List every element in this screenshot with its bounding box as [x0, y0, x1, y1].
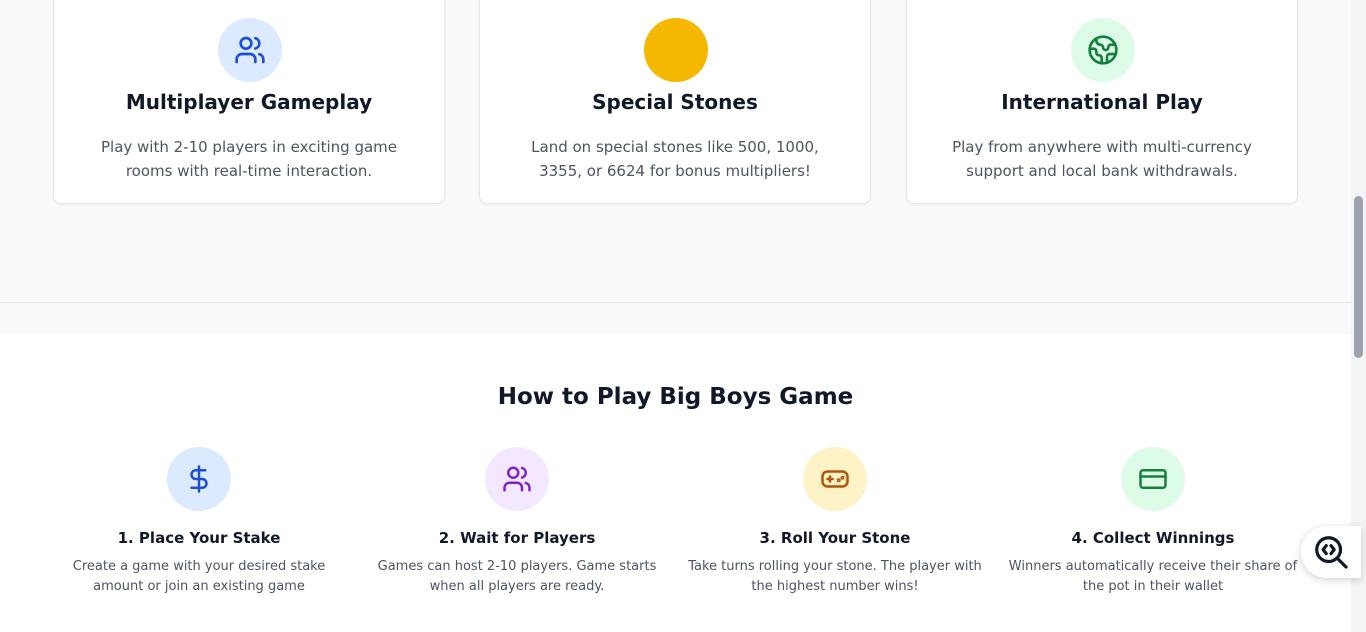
- step-description: Take turns rolling your stone. The playe…: [688, 559, 982, 594]
- how-to-play-title: How to Play Big Boys Game: [497, 384, 854, 410]
- magnifier-code-icon: [1315, 536, 1348, 569]
- feature-description: Play from anywhere with multi-currency s…: [952, 138, 1252, 180]
- feature-card-international: International Play Play from anywhere wi…: [906, 0, 1298, 204]
- scrollbar-thumb[interactable]: [1354, 196, 1363, 358]
- step-title: 3. Roll Your Stone: [759, 529, 911, 547]
- gamepad-icon: [803, 447, 867, 511]
- yellow-circle-icon: [644, 18, 708, 82]
- feature-title: Multiplayer Gameplay: [125, 90, 373, 114]
- users-icon: [218, 18, 282, 82]
- step-wait-players: 2. Wait for Players Games can host 2-10 …: [357, 447, 677, 597]
- section-gap: [0, 303, 1351, 335]
- credit-card-icon: [1121, 447, 1185, 511]
- step-description: Winners automatically receive their shar…: [1008, 559, 1298, 594]
- globe-icon: [1071, 18, 1135, 82]
- dollar-icon: [167, 447, 231, 511]
- step-roll-stone: 3. Roll Your Stone Take turns rolling yo…: [675, 447, 995, 597]
- step-title: 1. Place Your Stake: [117, 529, 281, 547]
- features-section: Multiplayer Gameplay Play with 2-10 play…: [0, 0, 1351, 303]
- step-collect-winnings: 4. Collect Winnings Winners automaticall…: [993, 447, 1313, 597]
- feature-description: Land on special stones like 500, 1000, 3…: [531, 138, 819, 180]
- inspect-widget-button[interactable]: [1301, 526, 1361, 578]
- feature-card-multiplayer: Multiplayer Gameplay Play with 2-10 play…: [53, 0, 445, 204]
- step-description: Create a game with your desired stake am…: [72, 559, 326, 594]
- feature-card-special-stones: Special Stones Land on special stones li…: [479, 0, 871, 204]
- feature-title: International Play: [1001, 90, 1203, 114]
- feature-title: Special Stones: [592, 90, 758, 114]
- step-title: 4. Collect Winnings: [1071, 529, 1235, 547]
- feature-description: Play with 2-10 players in exciting game …: [100, 138, 398, 180]
- step-description: Games can host 2-10 players. Game starts…: [377, 559, 657, 594]
- step-place-stake: 1. Place Your Stake Create a game with y…: [39, 447, 359, 597]
- step-title: 2. Wait for Players: [438, 529, 596, 547]
- users-icon: [485, 447, 549, 511]
